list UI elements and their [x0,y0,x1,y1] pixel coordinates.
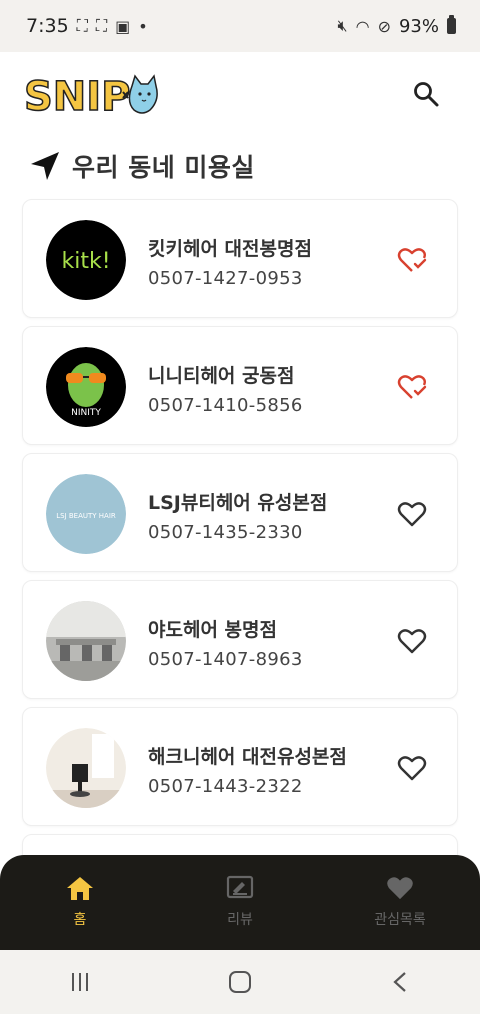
salon-phone: 0507-1410-5856 [148,395,303,416]
salon-logo: NINITY [46,347,126,427]
heart-icon [387,877,413,900]
battery-percent: 93% [398,15,439,37]
salon-card[interactable]: kitk! 킷키헤어 대전봉명점 0507-1427-0953 [22,199,458,318]
nav-favorites-label: 관심목록 [374,912,426,928]
svg-text:LSJ BEAUTY HAIR: LSJ BEAUTY HAIR [56,512,116,520]
wifi-icon: ◠ [355,16,370,36]
favorite-button[interactable] [397,246,427,274]
salon-name: 해크니헤어 대전유성본점 [148,746,347,768]
home-icon [67,877,93,900]
app-header: SNIP [0,52,480,134]
salon-phone: 0507-1435-2330 [148,522,303,543]
home-system-button[interactable] [210,962,270,1002]
salon-card[interactable]: LSJ BEAUTY HAIR LSJ뷰티헤어 유성본점 0507-1435-2… [22,453,458,572]
navigation-arrow-icon [31,152,59,180]
nav-home-label: 홈 [73,912,87,928]
bottom-navigation: 홈 리뷰 관심목록 [0,855,480,950]
favorite-button[interactable] [397,627,427,655]
salon-phone: 0507-1443-2322 [148,776,303,797]
favorite-button[interactable] [397,754,427,782]
battery-icon [447,15,456,34]
nav-review[interactable]: 리뷰 [180,875,300,929]
nav-review-label: 리뷰 [227,912,253,928]
heart-check-icon [397,375,427,399]
salon-phone: 0507-1427-0953 [148,268,303,289]
recent-apps-button[interactable] [50,962,110,1002]
salon-name: 킷키헤어 대전봉명점 [148,238,312,260]
home-circle-icon [229,971,251,993]
status-bar: 7:35 ⛶ ⛶ ▣ • 🔇︎ ◠ ⊘ 93% [0,0,480,52]
recent-apps-icon [72,973,88,991]
search-button[interactable] [412,80,440,108]
heart-outline-icon [397,502,427,527]
nav-home[interactable]: 홈 [20,875,140,929]
back-chevron-icon [393,972,406,992]
section-header: 우리 동네 미용실 [30,148,255,184]
heart-outline-icon [397,756,427,781]
heart-outline-icon [397,629,427,654]
system-navigation-bar [0,950,480,1014]
salon-name: LSJ뷰티헤어 유성본점 [148,492,328,514]
app-screen: 7:35 ⛶ ⛶ ▣ • 🔇︎ ◠ ⊘ 93% SNIP 우리 동네 미용실 k… [0,0,480,1014]
salon-logo [46,601,126,681]
nav-favorites[interactable]: 관심목록 [340,875,460,929]
salon-logo [46,728,126,808]
search-icon [414,82,439,107]
svg-text:kitk!: kitk! [61,249,110,274]
salon-list: kitk! 킷키헤어 대전봉명점 0507-1427-0953 NINITY 니… [22,199,458,961]
salon-name: 니니티헤어 궁동점 [148,365,295,387]
salon-card[interactable]: 야도헤어 봉명점 0507-1407-8963 [22,580,458,699]
mute-icon: 🔇︎ [337,16,348,35]
svg-text:SNIP: SNIP [24,74,130,120]
section-title: 우리 동네 미용실 [72,153,255,182]
salon-name: 야도헤어 봉명점 [148,619,277,641]
svg-text:NINITY: NINITY [71,408,101,418]
salon-logo: kitk! [46,220,126,300]
app-logo[interactable]: SNIP [23,70,164,121]
back-button[interactable] [370,962,430,1002]
dot-icon: • [138,16,148,36]
salon-card[interactable]: NINITY 니니티헤어 궁동점 0507-1410-5856 [22,326,458,445]
salon-phone: 0507-1407-8963 [148,649,303,670]
review-icon [226,875,254,899]
salon-logo: LSJ BEAUTY HAIR [46,474,126,554]
salon-card[interactable]: 해크니헤어 대전유성본점 0507-1443-2322 [22,707,458,826]
screenshot-icon: ⛶ [95,16,108,35]
favorite-button[interactable] [397,500,427,528]
favorite-button[interactable] [397,373,427,401]
heart-check-icon [397,248,427,272]
status-time: 7:35 [26,15,69,37]
gallery-icon: ▣ [115,16,131,36]
screenshot-icon: ⛶ [76,16,88,35]
dnd-icon: ⊘ [377,16,391,36]
